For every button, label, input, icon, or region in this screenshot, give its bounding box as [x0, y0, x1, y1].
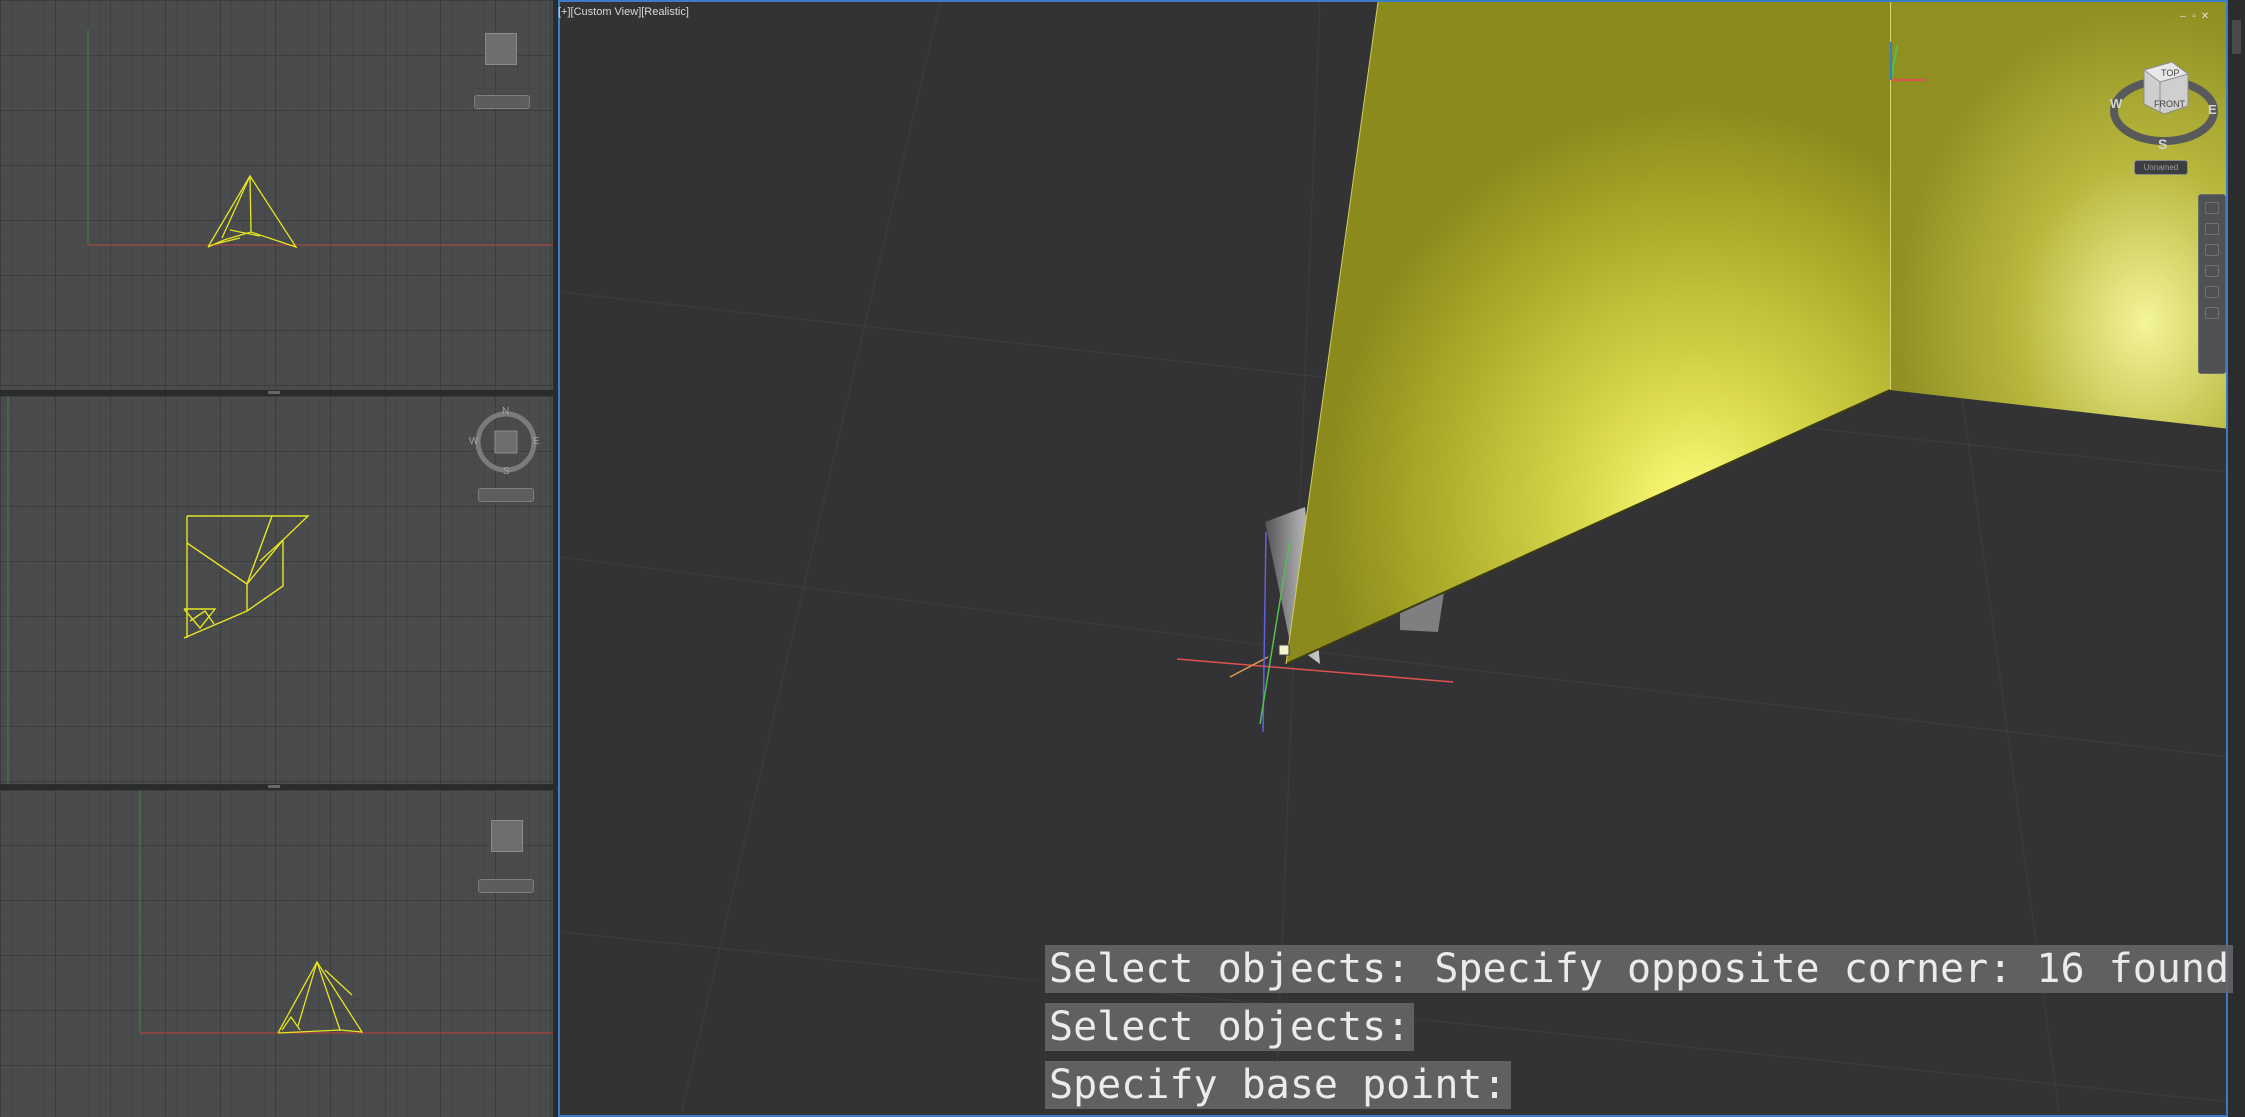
pan-icon[interactable]: [2205, 223, 2219, 235]
command-prompt-line: Specify base point:: [1045, 1061, 1511, 1109]
viewcube-south[interactable]: S: [2158, 136, 2167, 152]
wcs-menu-top[interactable]: [478, 488, 534, 502]
viewport-front[interactable]: [0, 0, 553, 390]
viewcube-front-face[interactable]: FRONT: [2154, 99, 2185, 109]
orbit-icon[interactable]: [2205, 265, 2219, 277]
viewport-window-controls: – ▫ ✕: [2177, 6, 2210, 24]
top-wireframe: [183, 515, 310, 639]
viewport-left-canvas: [139, 790, 553, 1034]
wcs-menu[interactable]: Unnamed: [2134, 160, 2188, 175]
minimize-icon[interactable]: –: [2178, 11, 2188, 22]
zoom-icon[interactable]: [2205, 244, 2219, 256]
viewcube-east[interactable]: E: [2208, 102, 2217, 117]
command-history-line-2: Select objects:: [1045, 1003, 1415, 1051]
viewcube-west[interactable]: W: [2110, 96, 2122, 111]
viewcube-mini-front[interactable]: [485, 33, 517, 65]
close-icon[interactable]: ✕: [2200, 11, 2210, 22]
viewport-top[interactable]: [0, 396, 553, 784]
viewport-left[interactable]: [0, 790, 553, 1117]
compass-south-label: S: [503, 466, 510, 477]
left-wireframe: [277, 960, 364, 1034]
command-history-line-1: Select objects: Specify opposite corner:…: [1045, 945, 2234, 993]
viewport-label[interactable]: [+][Custom View][Realistic]: [558, 6, 689, 18]
base-grip-icon: [1278, 644, 1290, 656]
wcs-menu-front[interactable]: [474, 95, 530, 109]
viewcube-mini-left[interactable]: [491, 820, 523, 852]
viewcube[interactable]: TOP FRONT S E W: [2108, 56, 2220, 156]
viewport-front-canvas: [87, 30, 553, 249]
front-wireframe: [207, 174, 298, 249]
navbar-menu-icon[interactable]: [2205, 307, 2219, 319]
full-navigation-wheel-icon[interactable]: [2205, 202, 2219, 214]
navigation-bar[interactable]: [2198, 194, 2226, 374]
wcs-menu-left[interactable]: [478, 879, 534, 893]
compass-west-label: W: [469, 436, 479, 447]
compass-north-label: N: [502, 406, 510, 417]
scrollbar-thumb[interactable]: [2232, 20, 2241, 54]
compass-top[interactable]: N S E W: [469, 406, 540, 477]
viewcube-top-face[interactable]: TOP: [2161, 68, 2179, 78]
compass-east-label: E: [533, 436, 540, 447]
left-viewport-column: N S E W: [0, 0, 556, 1117]
restore-icon[interactable]: ▫: [2189, 11, 2199, 22]
showmotion-icon[interactable]: [2205, 286, 2219, 298]
viewport-top-canvas: [7, 396, 310, 784]
wcs-menu-label: Unnamed: [2143, 163, 2179, 172]
